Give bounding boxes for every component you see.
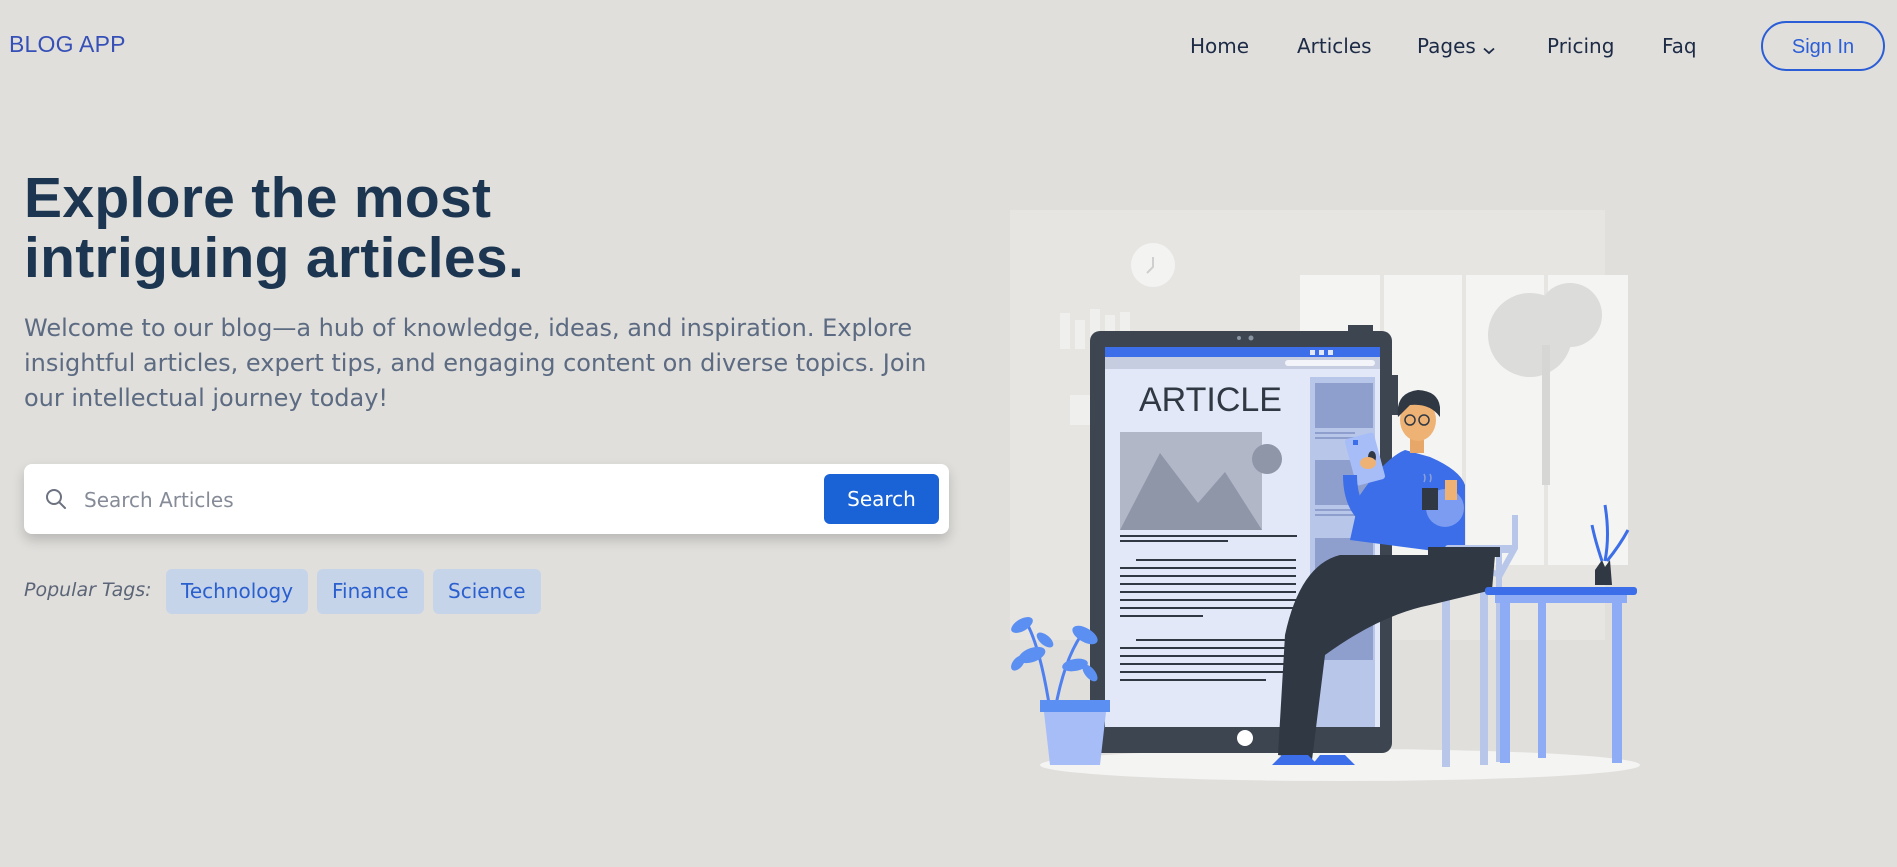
nav-home-link[interactable]: Home xyxy=(1190,34,1249,58)
search-input[interactable] xyxy=(82,478,826,522)
main-menu: Home Articles Pages Pricing Faq xyxy=(0,34,1897,62)
top-navbar: BLOG APP Home Articles Pages Pricing Faq… xyxy=(0,0,1897,94)
hero-title-line2: intriguing articles. xyxy=(24,226,525,290)
search-icon xyxy=(44,487,68,515)
chevron-down-icon xyxy=(1483,36,1495,60)
popular-tags-label: Popular Tags: xyxy=(24,579,152,601)
search-bar: Search xyxy=(24,464,949,534)
nav-faq-link[interactable]: Faq xyxy=(1662,34,1697,58)
illustration-article-heading: ARTICLE xyxy=(1139,381,1282,419)
hero-title: Explore the most intriguing articles. xyxy=(24,168,724,288)
tag-science[interactable]: Science xyxy=(433,569,541,614)
tag-technology[interactable]: Technology xyxy=(166,569,309,614)
search-button[interactable]: Search xyxy=(824,474,939,524)
hero-illustration: ARTICLE xyxy=(940,195,1670,799)
nav-pricing-link[interactable]: Pricing xyxy=(1547,34,1614,58)
hero-subtitle: Welcome to our blog—a hub of knowledge, … xyxy=(24,314,927,412)
nav-pages-dropdown[interactable]: Pages xyxy=(1417,34,1495,60)
hero-title-line1: Explore the most xyxy=(24,166,492,230)
nav-articles-link[interactable]: Articles xyxy=(1297,34,1372,58)
sign-in-button[interactable]: Sign In xyxy=(1761,21,1885,71)
nav-pages-label: Pages xyxy=(1417,34,1476,58)
tag-finance[interactable]: Finance xyxy=(317,569,424,614)
